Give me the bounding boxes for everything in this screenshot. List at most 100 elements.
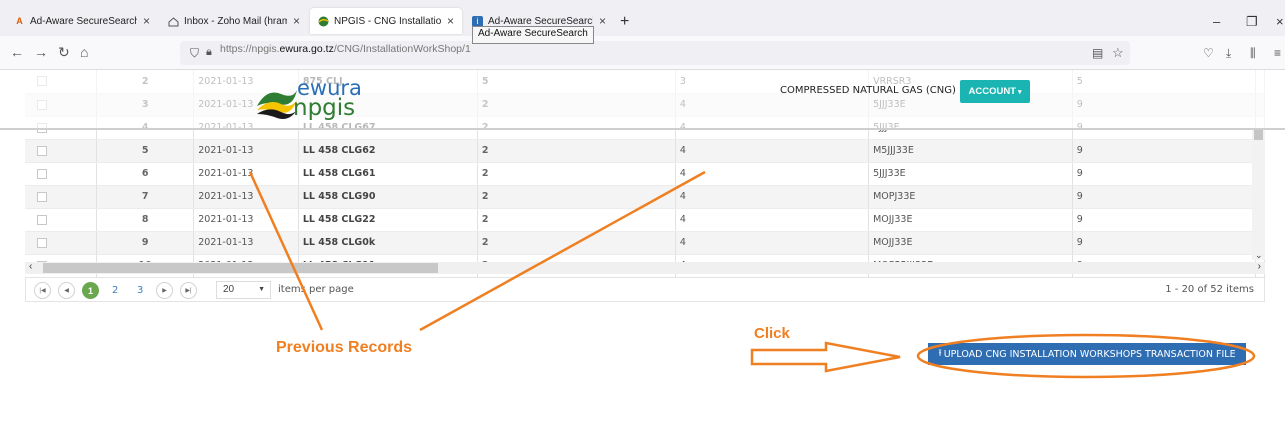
scroll-left-icon[interactable]: ‹: [29, 261, 32, 272]
next-page-icon[interactable]: ▶: [156, 282, 173, 299]
scroll-down-icon[interactable]: ⌄: [1255, 250, 1263, 261]
row-checkbox[interactable]: [37, 168, 47, 179]
table-row[interactable]: 5 2021-01-13 LL 458 CLG62 2 4 M5JJJ33E 9: [25, 139, 1265, 163]
browser-nav-bar: ← → ↻ ⌂ ⛉ 🔒︎ ▤ ☆ ♡ ⤓ ⫼ ≡: [0, 36, 1285, 70]
table-cell: 4: [675, 231, 870, 255]
table-cell: 2021-01-13: [193, 162, 299, 186]
table-cell: MOJJ33E: [868, 231, 1073, 255]
tab-ad-aware[interactable]: A Ad-Aware SecureSearch ×: [6, 8, 158, 34]
table-cell: 5JJJ33E: [868, 162, 1073, 186]
checkbox-cell: [25, 139, 98, 163]
new-tab-icon[interactable]: +: [620, 13, 629, 31]
forward-icon[interactable]: →: [34, 44, 48, 60]
row-checkbox[interactable]: [37, 214, 47, 225]
tab-label: Ad-Aware SecureSearch: [488, 15, 593, 27]
close-tab-icon[interactable]: ×: [447, 14, 454, 28]
table-cell: 9: [1072, 208, 1257, 232]
table-cell: LL 458 CLG0k: [298, 231, 478, 255]
checkbox-cell: [25, 162, 98, 186]
pocket-icon[interactable]: ♡: [1203, 46, 1214, 60]
tab-tooltip: Ad-Aware SecureSearch: [472, 26, 594, 44]
scroll-right-icon[interactable]: ›: [1258, 261, 1261, 272]
page-link[interactable]: 2: [112, 285, 118, 296]
table-cell: 2: [477, 208, 676, 232]
upload-icon: ⭱: [938, 348, 942, 359]
current-page[interactable]: 1: [82, 282, 99, 299]
home-icon[interactable]: ⌂: [80, 44, 88, 60]
table-cell: 2021-01-13: [193, 231, 299, 255]
menu-icon[interactable]: ≡: [1274, 46, 1281, 60]
vertical-scrollbar[interactable]: [1252, 130, 1265, 260]
table-cell: MOJJ33E: [868, 208, 1073, 232]
checkbox-cell: [25, 208, 98, 232]
lock-icon[interactable]: 🔒︎: [206, 46, 212, 59]
npgis-icon: [318, 16, 329, 27]
annotation-previous-records: Previous Records: [276, 339, 413, 356]
tab-label: NPGIS - CNG Installation Works: [334, 15, 441, 27]
table-cell: 7: [96, 185, 195, 209]
tab-label: Ad-Aware SecureSearch: [30, 15, 137, 27]
table-row[interactable]: 9 2021-01-13 LL 458 CLG0k 2 4 MOJJ33E 9: [25, 231, 1265, 255]
vertical-scroll-thumb[interactable]: [1254, 130, 1263, 140]
reload-icon[interactable]: ↻: [58, 44, 70, 61]
account-label: ACCOUNT: [968, 86, 1016, 97]
row-checkbox[interactable]: [37, 145, 47, 156]
minimize-icon[interactable]: –: [1213, 14, 1220, 29]
table-cell: 6: [96, 162, 195, 186]
first-page-icon[interactable]: |◀: [34, 282, 51, 299]
caret-down-icon: ▾: [1017, 88, 1022, 96]
table-cell: 2021-01-13: [193, 208, 299, 232]
table-cell: 4: [675, 139, 870, 163]
tab-npgis[interactable]: NPGIS - CNG Installation Works ×: [310, 8, 462, 34]
download-icon[interactable]: ⤓: [1226, 46, 1231, 61]
table-cell: 9: [1072, 139, 1257, 163]
url-path: /CNG/InstallationWorkShop/1: [333, 43, 471, 55]
url-domain: ewura.go.tz: [279, 43, 334, 55]
close-tab-icon[interactable]: ×: [293, 14, 300, 28]
checkbox-cell: [25, 185, 98, 209]
annotation-click: Click: [754, 325, 790, 342]
upload-transaction-file-button[interactable]: ⭱ UPLOAD CNG INSTALLATION WORKSHOPS TRANS…: [928, 343, 1246, 365]
table-cell: 5: [96, 139, 195, 163]
table-row[interactable]: 6 2021-01-13 LL 458 CLG61 2 4 5JJJ33E 9: [25, 162, 1265, 186]
last-page-icon[interactable]: ▶|: [180, 282, 197, 299]
table-cell: MOPJ33E: [868, 185, 1073, 209]
maximize-icon[interactable]: ❐: [1246, 14, 1258, 30]
horizontal-scroll-thumb[interactable]: [43, 263, 438, 273]
page-link[interactable]: 3: [137, 285, 143, 296]
row-checkbox[interactable]: [37, 191, 47, 202]
bookmark-star-icon[interactable]: ☆: [1112, 45, 1124, 61]
url-prefix: https://npgis.: [220, 43, 280, 55]
tab-label: Inbox - Zoho Mail (hramadhani: [184, 15, 287, 27]
close-tab-icon[interactable]: ×: [599, 14, 606, 28]
table-cell: 2: [477, 185, 676, 209]
app-title: COMPRESSED NATURAL GAS (CNG): [780, 85, 956, 96]
header-overlay: [0, 70, 1285, 130]
info-icon: i: [472, 15, 483, 27]
back-icon[interactable]: ←: [10, 44, 24, 60]
close-tab-icon[interactable]: ×: [143, 14, 150, 28]
ad-aware-icon: A: [16, 16, 23, 26]
library-icon[interactable]: ⫼: [1250, 46, 1256, 61]
row-checkbox[interactable]: [37, 237, 47, 248]
page-size-select[interactable]: 20 ▼: [216, 281, 271, 299]
account-button[interactable]: ACCOUNT ▾: [960, 80, 1030, 103]
table-row[interactable]: 7 2021-01-13 LL 458 CLG90 2 4 MOPJ33E 9: [25, 185, 1265, 209]
chevron-down-icon: ▼: [258, 286, 265, 293]
horizontal-scrollbar[interactable]: ‹ ›: [25, 261, 1265, 274]
close-window-icon[interactable]: ×: [1276, 14, 1284, 29]
table-cell: LL 458 CLG90: [298, 185, 478, 209]
table-cell: 9: [1072, 162, 1257, 186]
table-cell: 4: [675, 185, 870, 209]
pager: |◀ ◀ 1 2 3 ▶ ▶| 20 ▼ items per page 1 - …: [25, 277, 1265, 302]
mail-icon: [168, 16, 179, 27]
url-text[interactable]: https://npgis.ewura.go.tz/CNG/Installati…: [220, 41, 471, 57]
prev-page-icon[interactable]: ◀: [58, 282, 75, 299]
page-size-label: items per page: [278, 284, 354, 295]
tab-zoho-mail[interactable]: Inbox - Zoho Mail (hramadhani ×: [160, 8, 308, 34]
shield-icon[interactable]: ⛉: [190, 46, 199, 61]
table-row[interactable]: 8 2021-01-13 LL 458 CLG22 2 4 MOJJ33E 9: [25, 208, 1265, 232]
reader-view-icon[interactable]: ▤: [1092, 46, 1103, 60]
table-cell: 2021-01-13: [193, 185, 299, 209]
table-cell: 9: [96, 231, 195, 255]
